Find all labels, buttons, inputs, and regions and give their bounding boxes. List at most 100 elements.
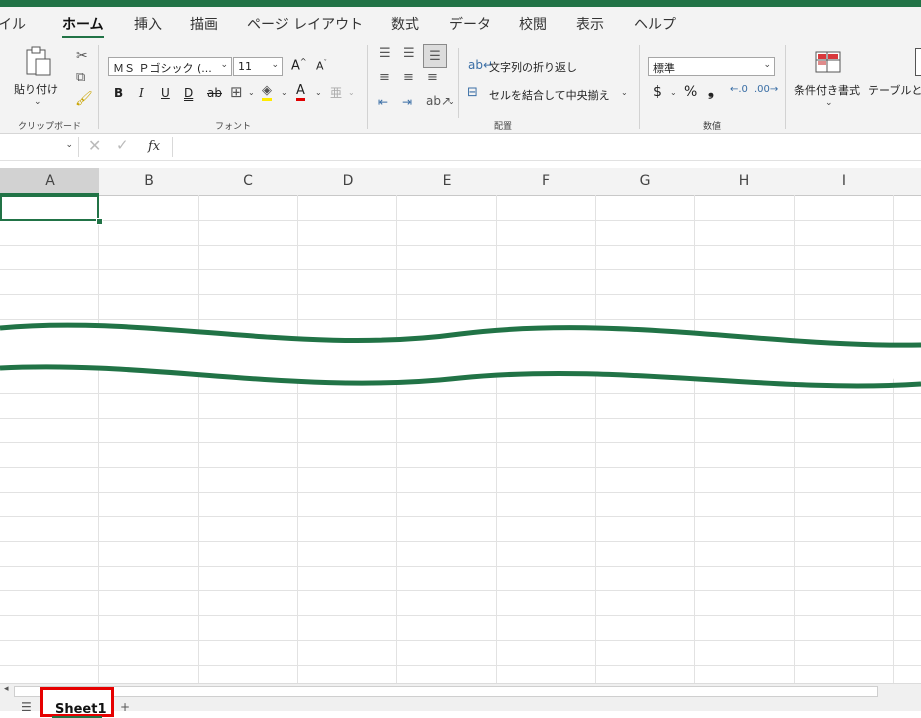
grow-font-icon[interactable]: A^ <box>291 57 307 73</box>
column-header-b[interactable]: B <box>139 173 159 189</box>
all-sheets-icon[interactable]: ☰ <box>21 700 32 714</box>
font-color-icon[interactable]: A <box>296 84 305 101</box>
decrease-indent-icon[interactable]: ⇤ <box>378 95 388 109</box>
column-header-h[interactable]: H <box>734 173 754 189</box>
tab-draw[interactable]: 描画 <box>190 14 218 34</box>
tab-home[interactable]: ホーム <box>62 14 104 34</box>
chevron-down-icon[interactable]: ⌄ <box>670 88 677 97</box>
conditional-format-label[interactable]: 条件付き書式 <box>794 82 860 98</box>
currency-icon[interactable]: $ <box>653 84 662 100</box>
format-table-icon[interactable] <box>915 48 921 76</box>
borders-icon[interactable]: ⊞ <box>230 83 243 101</box>
column-header-d[interactable]: D <box>338 173 358 189</box>
align-right-icon[interactable]: ≡ <box>427 70 438 85</box>
italic-icon[interactable]: I <box>139 86 144 100</box>
grid-row-line <box>0 467 921 468</box>
separator <box>785 45 786 129</box>
sheet-tab-sheet1[interactable]: Sheet1 <box>40 687 114 718</box>
chevron-down-icon[interactable]: ⌄ <box>621 88 628 97</box>
enter-icon[interactable]: ✓ <box>116 136 129 154</box>
font-size-select[interactable]: 11 ⌄ <box>233 57 283 76</box>
column-header-f[interactable]: F <box>536 173 556 189</box>
align-top-icon[interactable]: ☰ <box>379 46 391 61</box>
horizontal-scrollbar[interactable]: ◂ <box>0 683 921 698</box>
chevron-down-icon[interactable]: ⌄ <box>825 98 833 108</box>
name-box[interactable]: ⌄ <box>0 137 79 157</box>
chevron-down-icon: ⌄ <box>271 60 279 70</box>
separator <box>458 48 459 118</box>
column-header-c[interactable]: C <box>238 173 258 189</box>
chevron-down-icon[interactable]: ⌄ <box>65 140 73 150</box>
chevron-down-icon[interactable]: ⌄ <box>248 88 255 97</box>
format-painter-icon[interactable]: 🖌 <box>75 91 93 107</box>
double-underline-icon[interactable]: D <box>184 86 193 100</box>
align-bottom-icon[interactable]: ☰ <box>423 44 447 68</box>
bold-icon[interactable]: B <box>114 86 123 100</box>
font-name-select[interactable]: ＭＳ Ｐゴシック (... ⌄ <box>108 57 232 76</box>
comma-style-icon[interactable]: ❟ <box>708 82 714 100</box>
align-left-icon[interactable]: ≡ <box>379 70 390 85</box>
number-format-select[interactable]: 標準 ⌄ <box>648 57 775 76</box>
formula-bar: ⌄ ✕ ✓ fx <box>0 134 921 161</box>
conditional-format-icon[interactable] <box>812 48 844 76</box>
grid-row-line <box>0 245 921 246</box>
sheet-tab-label: Sheet1 <box>55 702 107 717</box>
format-table-label[interactable]: テーブルと <box>868 82 921 98</box>
tab-help[interactable]: ヘルプ <box>634 14 676 34</box>
column-header-a[interactable]: A <box>40 173 60 189</box>
chevron-down-icon[interactable]: ⌄ <box>315 88 322 97</box>
underline-icon[interactable]: U <box>161 86 170 100</box>
grid-row-line <box>0 541 921 542</box>
tab-insert[interactable]: 挿入 <box>134 14 162 34</box>
tab-data[interactable]: データ <box>449 14 491 34</box>
tab-file[interactable]: イル <box>0 14 26 34</box>
decrease-decimal-icon[interactable]: .00→ <box>754 84 778 95</box>
grid-row-line <box>0 640 921 641</box>
formula-input[interactable] <box>172 137 921 157</box>
fill-color-icon[interactable]: ◈ <box>262 84 272 101</box>
tab-page-layout[interactable]: ページ レイアウト <box>247 14 363 34</box>
font-name-value: ＭＳ Ｐゴシック (... <box>113 62 212 75</box>
cell-grid[interactable] <box>0 195 921 683</box>
increase-indent-icon[interactable]: ⇥ <box>402 95 412 109</box>
copy-icon[interactable]: ⧉ <box>76 70 85 85</box>
column-header-e[interactable]: E <box>437 173 457 189</box>
align-center-icon[interactable]: ≡ <box>403 70 414 85</box>
add-sheet-icon[interactable]: + <box>120 700 130 714</box>
shrink-font-icon[interactable]: Aˇ <box>316 59 327 73</box>
grid-row-line <box>0 294 921 295</box>
grid-row-line <box>0 665 921 666</box>
active-cell[interactable] <box>0 195 99 221</box>
chevron-down-icon[interactable]: ⌄ <box>348 88 355 97</box>
cut-icon[interactable]: ✂ <box>76 48 88 64</box>
number-format-value: 標準 <box>653 62 675 75</box>
insert-function-icon[interactable]: fx <box>148 139 160 154</box>
clipboard-group-label: クリップボード <box>18 122 82 132</box>
paste-label[interactable]: 貼り付け <box>14 81 58 97</box>
cancel-icon[interactable]: ✕ <box>88 136 101 155</box>
tab-formulas[interactable]: 数式 <box>391 14 419 34</box>
tab-view[interactable]: 表示 <box>576 14 604 34</box>
title-strip <box>0 0 921 7</box>
font-size-value: 11 <box>238 60 252 73</box>
phonetic-icon[interactable]: 亜 <box>330 84 342 101</box>
tab-review[interactable]: 校閲 <box>519 14 547 34</box>
chevron-down-icon[interactable]: ⌄ <box>448 97 455 106</box>
strikethrough-icon[interactable]: ab <box>207 86 222 100</box>
align-middle-icon[interactable]: ☰ <box>403 46 415 61</box>
merge-center-icon[interactable]: ⊟ <box>467 85 478 100</box>
column-header-i[interactable]: I <box>834 173 854 189</box>
scrollbar-thumb[interactable] <box>14 686 878 697</box>
increase-decimal-icon[interactable]: ←.0 <box>730 84 748 95</box>
chevron-down-icon[interactable]: ⌄ <box>281 88 288 97</box>
paste-icon[interactable] <box>20 44 56 78</box>
scroll-left-icon[interactable]: ◂ <box>4 684 9 694</box>
grid-row-line <box>0 492 921 493</box>
fill-handle[interactable] <box>96 218 103 225</box>
percent-icon[interactable]: % <box>684 84 697 100</box>
separator <box>639 45 640 129</box>
column-header-g[interactable]: G <box>635 173 655 189</box>
paste-dropdown-icon[interactable]: ⌄ <box>34 97 42 107</box>
wrap-text-label[interactable]: 文字列の折り返し <box>489 59 577 75</box>
merge-center-label[interactable]: セルを結合して中央揃え <box>489 87 610 103</box>
